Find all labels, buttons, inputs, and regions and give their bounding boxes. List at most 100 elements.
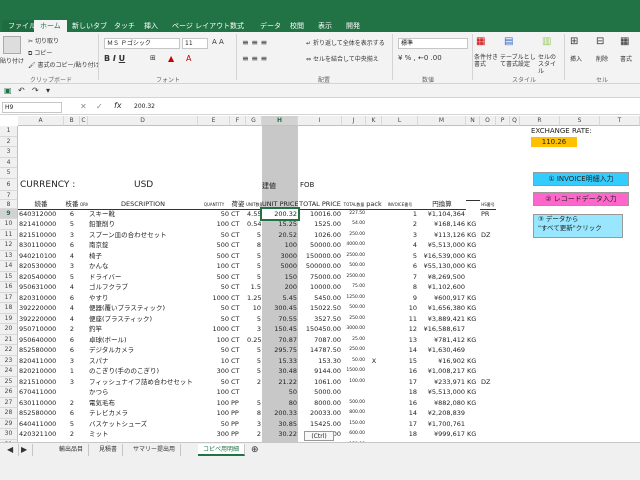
row-header[interactable]: 6 (0, 178, 18, 191)
table-cell[interactable]: 8 (246, 408, 262, 418)
table-cell[interactable]: 4 (64, 282, 80, 292)
enter-icon[interactable]: ✓ (96, 102, 103, 111)
align-top-icons[interactable]: ≡ ≡ ≡ (242, 38, 267, 47)
table-cell[interactable]: KG (466, 377, 480, 387)
table-cell[interactable]: CT (230, 293, 246, 303)
table-cell[interactable]: 18 (382, 429, 418, 439)
table-cell[interactable]: CT (230, 366, 246, 376)
table-cell[interactable]: ¥5,513,000 (418, 240, 466, 250)
table-cell[interactable]: ¥1,008,217 (418, 366, 466, 376)
table-cell[interactable]: 5 (64, 272, 80, 282)
table-cell[interactable]: 4 (382, 240, 418, 250)
column-header-P[interactable]: P (496, 116, 510, 126)
table-cell[interactable]: KG (466, 230, 480, 240)
table-cell[interactable]: 852580000 (18, 408, 64, 418)
cell-styles-icon[interactable]: ▥ (542, 36, 551, 47)
table-cell[interactable]: 10 (198, 356, 230, 366)
table-cell[interactable]: 392220000 (18, 303, 64, 313)
format-painter-button[interactable]: 🖌 書式のコピー/貼り付け (28, 60, 100, 69)
table-cell[interactable]: CT (230, 314, 246, 324)
delete-cells-icon[interactable]: ⊟ (596, 36, 604, 47)
table-cell[interactable]: CT (230, 209, 246, 219)
table-cell[interactable]: 4000.00 (342, 240, 366, 250)
table-cell[interactable]: 250.00 (342, 230, 366, 240)
table-cell[interactable]: CT (230, 230, 246, 240)
table-cell[interactable]: 3 (382, 230, 418, 240)
table-cell[interactable]: 200.33 (262, 408, 298, 418)
table-cell[interactable]: CT (230, 240, 246, 250)
row-header[interactable]: 29 (0, 418, 18, 429)
table-cell[interactable]: ¥1,700,761 (418, 419, 466, 429)
table-cell[interactable]: 852580000 (18, 345, 64, 355)
table-cell[interactable]: バスケットシューズ (88, 419, 198, 429)
sheet-tab-2[interactable]: サマリー提出用 (128, 444, 182, 456)
table-cell[interactable]: 5000 (262, 261, 298, 271)
row-header[interactable]: 3 (0, 147, 18, 158)
table-cell[interactable]: ¥600,917 (418, 293, 466, 303)
table-cell[interactable]: 150 (262, 272, 298, 282)
table-cell[interactable]: 820411000 (18, 356, 64, 366)
row-header[interactable]: 23 (0, 355, 18, 366)
table-cell[interactable]: KG (466, 398, 480, 408)
undo-icon[interactable]: ↶ (18, 86, 25, 95)
ribbon-tab-7[interactable]: データ (254, 20, 287, 32)
table-cell[interactable]: 600.00 (342, 429, 366, 439)
table-cell[interactable]: 電気毛布 (88, 398, 198, 408)
row-header[interactable]: 4 (0, 157, 18, 168)
table-cell[interactable]: 南京錠 (88, 240, 198, 250)
table-cell[interactable]: 10 (246, 303, 262, 313)
table-cell[interactable]: PP (230, 398, 246, 408)
table-cell[interactable]: 30.85 (262, 419, 298, 429)
column-header-K[interactable]: K (366, 116, 382, 126)
table-cell[interactable]: CT (230, 324, 246, 334)
table-cell[interactable]: 6 (64, 209, 80, 219)
row-header[interactable]: 16 (0, 282, 18, 293)
table-cell[interactable]: 5 (246, 272, 262, 282)
table-cell[interactable]: 30.22 (262, 429, 298, 439)
table-cell[interactable]: 4 (64, 314, 80, 324)
insert-cells-button[interactable]: 挿入 (570, 54, 582, 63)
table-cell[interactable]: 150450.00 (298, 324, 342, 334)
formula-input[interactable]: 200.32 (132, 102, 636, 113)
table-cell[interactable]: KG (466, 366, 480, 376)
insert-cells-icon[interactable]: ⊞ (570, 36, 578, 47)
column-header-R[interactable]: R (520, 116, 560, 126)
table-cell[interactable]: 15 (382, 356, 418, 366)
row-header[interactable]: 12 (0, 240, 18, 251)
row-header[interactable]: 5 (0, 168, 18, 179)
table-cell[interactable]: 3000 (262, 251, 298, 261)
table-cell[interactable]: ¥2,208,839 (418, 408, 466, 418)
table-cell[interactable]: 14 (382, 345, 418, 355)
table-cell[interactable]: スパナ (88, 356, 198, 366)
table-cell[interactable]: 100 (198, 398, 230, 408)
table-cell[interactable]: 2 (246, 377, 262, 387)
table-cell[interactable]: 150.00 (342, 419, 366, 429)
table-cell[interactable]: 820310000 (18, 293, 64, 303)
scroll-right-icon[interactable]: ▶ (16, 444, 34, 456)
column-header-F[interactable]: F (230, 116, 246, 126)
table-cell[interactable]: スプーン皿の合わせセット (88, 230, 198, 240)
table-cell[interactable]: 50 (198, 209, 230, 219)
row-header[interactable]: 7 (0, 190, 18, 200)
table-cell[interactable]: 1525.00 (298, 219, 342, 229)
table-cell[interactable]: 2500.00 (342, 251, 366, 261)
table-cell[interactable]: 100.00 (342, 377, 366, 387)
table-cell[interactable]: 6 (64, 345, 80, 355)
table-cell[interactable]: 50 (198, 377, 230, 387)
table-cell[interactable]: 10 (382, 303, 418, 313)
table-cell[interactable]: 1.25 (246, 293, 262, 303)
table-cell[interactable]: 4.55 (246, 209, 262, 219)
table-cell[interactable]: 5450.00 (298, 293, 342, 303)
table-cell[interactable]: かつら (88, 387, 198, 397)
table-cell[interactable]: ¥168,146 (418, 219, 466, 229)
ribbon-tab-9[interactable]: 表示 (312, 20, 338, 32)
table-cell[interactable]: 便器(覆いプラスティック) (88, 303, 198, 313)
table-cell[interactable]: KG (466, 429, 480, 439)
table-cell[interactable]: 18 (382, 387, 418, 397)
table-cell[interactable]: 200.32 (260, 206, 300, 221)
table-cell[interactable]: 2500.00 (342, 272, 366, 282)
row-header[interactable]: 15 (0, 271, 18, 282)
ribbon-tab-2[interactable]: 新しいタブ (66, 20, 113, 32)
row-header[interactable]: 17 (0, 292, 18, 303)
table-cell[interactable]: 640411000 (18, 419, 64, 429)
